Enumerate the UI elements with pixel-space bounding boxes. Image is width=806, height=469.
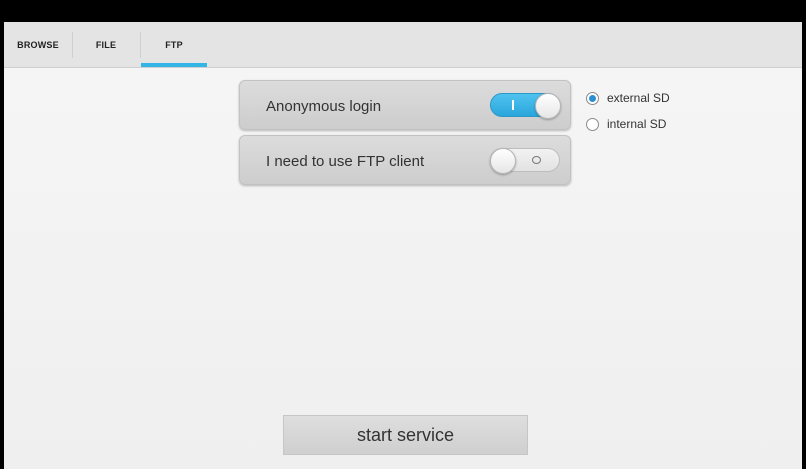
selected-tab-indicator	[141, 63, 207, 67]
internal-sd-radio[interactable]	[586, 117, 599, 131]
start-service-button[interactable]: start service	[283, 415, 528, 455]
toggle-on-icon	[512, 100, 514, 110]
external-sd-option[interactable]: external SD	[586, 90, 696, 106]
toggle-knob	[535, 93, 561, 119]
ftp-client-toggle[interactable]	[490, 148, 560, 174]
internal-sd-option[interactable]: internal SD	[586, 116, 696, 132]
external-sd-radio[interactable]	[586, 91, 599, 105]
tab-ftp[interactable]: FTP	[141, 22, 207, 68]
toggle-off-icon	[532, 156, 541, 164]
anonymous-login-row: Anonymous login	[239, 80, 571, 130]
tab-browse[interactable]: BROWSE	[4, 22, 72, 68]
ftp-client-row: I need to use FTP client	[239, 135, 571, 185]
tab-file[interactable]: FILE	[73, 22, 139, 68]
anonymous-login-toggle[interactable]	[490, 93, 561, 119]
app-window: BROWSE FILE FTP Anonymous login I need t…	[4, 22, 802, 469]
external-sd-label: external SD	[607, 91, 670, 105]
tab-bar: BROWSE FILE FTP	[4, 22, 802, 68]
ftp-client-label: I need to use FTP client	[266, 152, 425, 170]
status-bar	[0, 0, 806, 22]
toggle-knob	[490, 148, 516, 174]
internal-sd-label: internal SD	[607, 117, 667, 131]
anonymous-login-label: Anonymous login	[266, 97, 382, 115]
